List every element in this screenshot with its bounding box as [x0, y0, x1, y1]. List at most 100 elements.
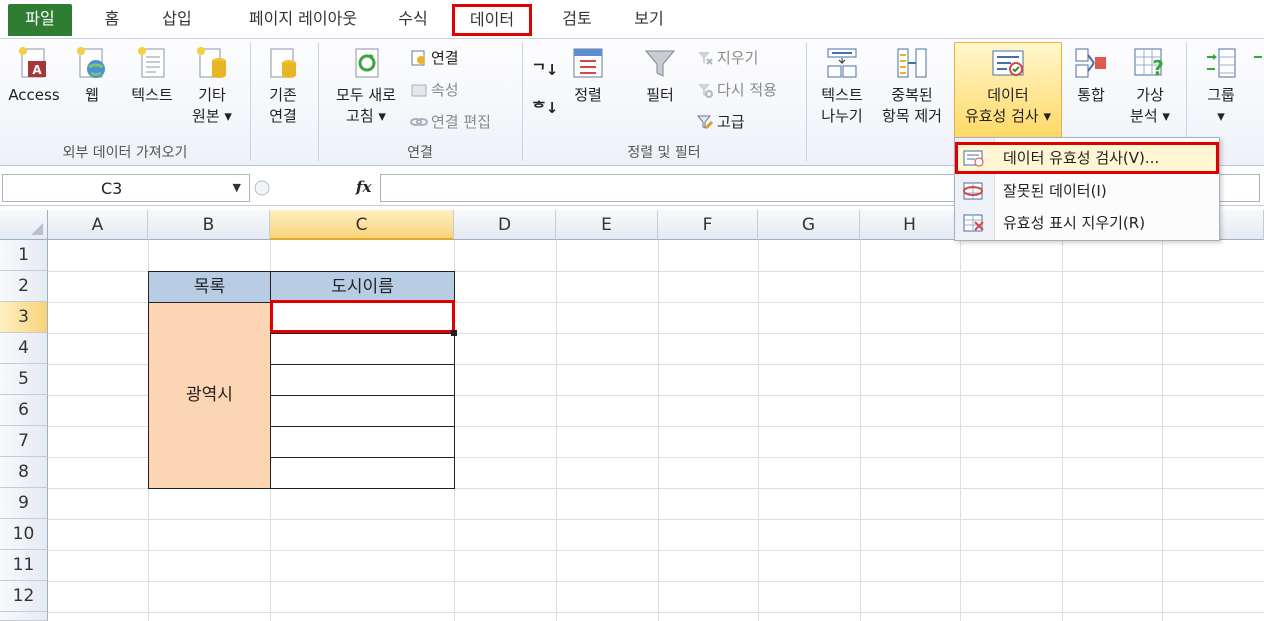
- row-header[interactable]: 2: [0, 271, 48, 302]
- selected-cell-c3[interactable]: [270, 300, 455, 333]
- formula-bar-splitter-icon[interactable]: [252, 174, 272, 202]
- row-header[interactable]: 10: [0, 519, 48, 550]
- text-import-label: 텍스트: [131, 86, 173, 104]
- circle-invalid-data-icon: [963, 182, 983, 200]
- reapply-button[interactable]: 다시 적용: [696, 79, 777, 101]
- other-sources-button[interactable]: 기타 원본 ▾: [184, 45, 240, 127]
- refresh-icon: [355, 48, 379, 78]
- clear-filter-label: 지우기: [717, 49, 759, 67]
- fill-handle[interactable]: [451, 330, 457, 336]
- row-header[interactable]: 9: [0, 488, 48, 519]
- ungroup-icon: [1254, 56, 1262, 58]
- column-header[interactable]: A: [48, 210, 148, 240]
- existing-connections-button[interactable]: 기존 연결: [254, 45, 312, 127]
- menu-item-label: 잘못된 데이터(I): [1003, 182, 1107, 200]
- grid-line: [556, 240, 557, 621]
- tab-home[interactable]: 홈: [92, 4, 132, 36]
- insert-function-icon[interactable]: fx: [356, 178, 371, 196]
- table-header-city[interactable]: 도시이름: [270, 271, 455, 303]
- group-label-sort-filter: 정렬 및 필터: [627, 145, 701, 161]
- row-header[interactable]: [0, 612, 48, 621]
- web-button[interactable]: 웹: [66, 45, 118, 106]
- tab-formulas[interactable]: 수식: [388, 4, 438, 36]
- filter-button[interactable]: 필터: [628, 45, 692, 106]
- consolidate-icon: [1075, 48, 1106, 78]
- sort-descending-icon: ᄒ↓: [532, 99, 559, 117]
- column-header[interactable]: F: [658, 210, 758, 240]
- group-label-external-data: 외부 데이터 가져오기: [62, 145, 188, 161]
- city-cell[interactable]: [270, 395, 455, 427]
- column-header[interactable]: H: [860, 210, 960, 240]
- svg-text:?: ?: [1152, 56, 1164, 80]
- menu-item-circle-invalid[interactable]: 잘못된 데이터(I): [955, 175, 1219, 207]
- data-validation-button[interactable]: 데이터 유효성 검사 ▾: [954, 45, 1062, 127]
- remove-duplicates-label-2: 항목 제거: [882, 107, 942, 125]
- column-header[interactable]: E: [556, 210, 658, 240]
- row-header[interactable]: 5: [0, 364, 48, 395]
- advanced-filter-icon: [696, 115, 714, 130]
- edit-links-button[interactable]: 연결 편집: [410, 111, 491, 133]
- consolidate-button[interactable]: 통합: [1064, 45, 1118, 106]
- row-header-selected[interactable]: 3: [0, 302, 48, 333]
- text-to-columns-icon: [827, 48, 857, 78]
- group-separator: [806, 43, 807, 161]
- advanced-filter-label: 고급: [717, 113, 745, 131]
- what-if-analysis-button[interactable]: ? 가상 분석 ▾: [1120, 45, 1180, 127]
- what-if-icon: ?: [1134, 48, 1164, 80]
- row-header[interactable]: 7: [0, 426, 48, 457]
- table-header-category[interactable]: 목록: [148, 271, 271, 303]
- row-header[interactable]: 1: [0, 240, 48, 271]
- advanced-filter-button[interactable]: 고급: [696, 111, 745, 133]
- tab-insert[interactable]: 삽입: [152, 4, 202, 36]
- sort-ascending-button[interactable]: ᄀ↓: [532, 59, 558, 81]
- grid-line: [960, 240, 961, 621]
- name-box[interactable]: C3 ▼: [2, 174, 250, 202]
- ungroup-button-partial[interactable]: [1252, 45, 1264, 85]
- column-header[interactable]: B: [148, 210, 270, 240]
- city-cell[interactable]: [270, 333, 455, 365]
- data-validation-label-2: 유효성 검사 ▾: [964, 107, 1052, 125]
- clear-filter-button[interactable]: 지우기: [696, 47, 758, 69]
- tab-review[interactable]: 검토: [552, 4, 602, 36]
- region-merged-cell[interactable]: 광역시: [148, 302, 271, 489]
- text-to-columns-button[interactable]: 텍스트 나누기: [810, 45, 874, 127]
- chevron-down-icon[interactable]: ▼: [233, 181, 241, 194]
- text-to-columns-label-2: 나누기: [821, 107, 863, 125]
- connections-icon: [411, 50, 425, 66]
- refresh-all-button[interactable]: 모두 새로 고침 ▾: [326, 45, 406, 127]
- menu-item-data-validation[interactable]: 데이터 유효성 검사(V)...: [955, 142, 1219, 174]
- consolidate-label: 통합: [1077, 86, 1105, 104]
- remove-duplicates-button[interactable]: 중복된 항목 제거: [874, 45, 950, 127]
- group-button[interactable]: 그룹 ▾: [1194, 45, 1248, 127]
- tab-file[interactable]: 파일: [8, 4, 72, 36]
- excel-window: 파일 홈 삽입 페이지 레이아웃 수식 데이터 검토 보기 A Access 웹…: [0, 0, 1264, 621]
- tab-data[interactable]: 데이터: [452, 4, 532, 36]
- sort-icon: [573, 48, 603, 78]
- city-cell[interactable]: [270, 426, 455, 458]
- sort-button[interactable]: 정렬: [562, 45, 614, 106]
- data-validation-icon: [963, 150, 984, 167]
- menu-item-clear-validation[interactable]: 유효성 표시 지우기(R): [955, 207, 1219, 239]
- row-header[interactable]: 11: [0, 550, 48, 581]
- select-all-corner[interactable]: [0, 210, 48, 240]
- column-header[interactable]: G: [758, 210, 860, 240]
- row-header[interactable]: 8: [0, 457, 48, 488]
- connections-button[interactable]: 연결: [410, 47, 459, 69]
- row-header[interactable]: 6: [0, 395, 48, 426]
- row-header[interactable]: 4: [0, 333, 48, 364]
- access-button[interactable]: A Access: [4, 45, 64, 106]
- tab-page-layout[interactable]: 페이지 레이아웃: [228, 4, 378, 36]
- properties-button[interactable]: 속성: [410, 79, 459, 101]
- sort-descending-button[interactable]: ᄒ↓: [532, 97, 558, 119]
- tab-view[interactable]: 보기: [624, 4, 674, 36]
- row-header[interactable]: 12: [0, 581, 48, 612]
- column-header-selected[interactable]: C: [270, 210, 454, 240]
- city-cell[interactable]: [270, 364, 455, 396]
- grid-line: [48, 581, 1264, 582]
- column-header[interactable]: D: [454, 210, 556, 240]
- connections-label: 연결: [431, 49, 459, 67]
- city-cell[interactable]: [270, 457, 455, 489]
- edit-links-label: 연결 편집: [431, 113, 491, 131]
- text-import-button[interactable]: 텍스트: [120, 45, 184, 106]
- group-separator: [250, 43, 251, 161]
